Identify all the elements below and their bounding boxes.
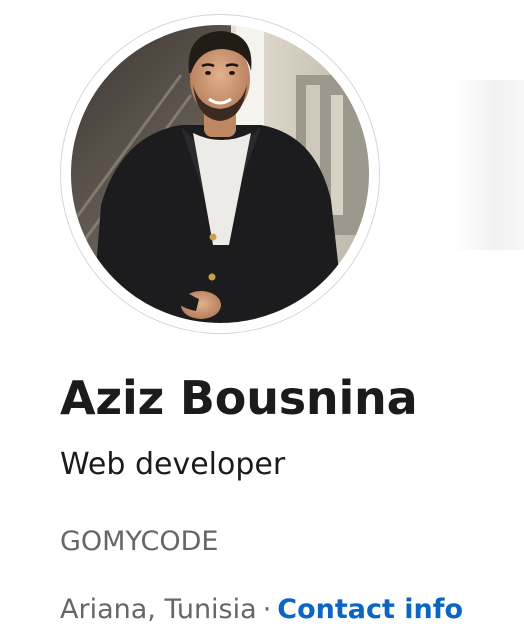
profile-intro-card: Aziz Bousnina Web developer GOMYCODE Ari… [0, 0, 524, 637]
location-row: Ariana, Tunisia · Contact info [60, 594, 463, 625]
separator-dot: · [262, 594, 272, 625]
contact-info-link[interactable]: Contact info [277, 594, 463, 625]
current-company[interactable]: GOMYCODE [60, 526, 218, 557]
profile-name: Aziz Bousnina [60, 371, 418, 425]
profile-photo-image [69, 23, 371, 325]
profile-photo[interactable] [61, 15, 379, 333]
profile-headline: Web developer [60, 447, 286, 482]
location-text: Ariana, Tunisia [60, 594, 257, 625]
background-banner-edge [454, 80, 524, 250]
